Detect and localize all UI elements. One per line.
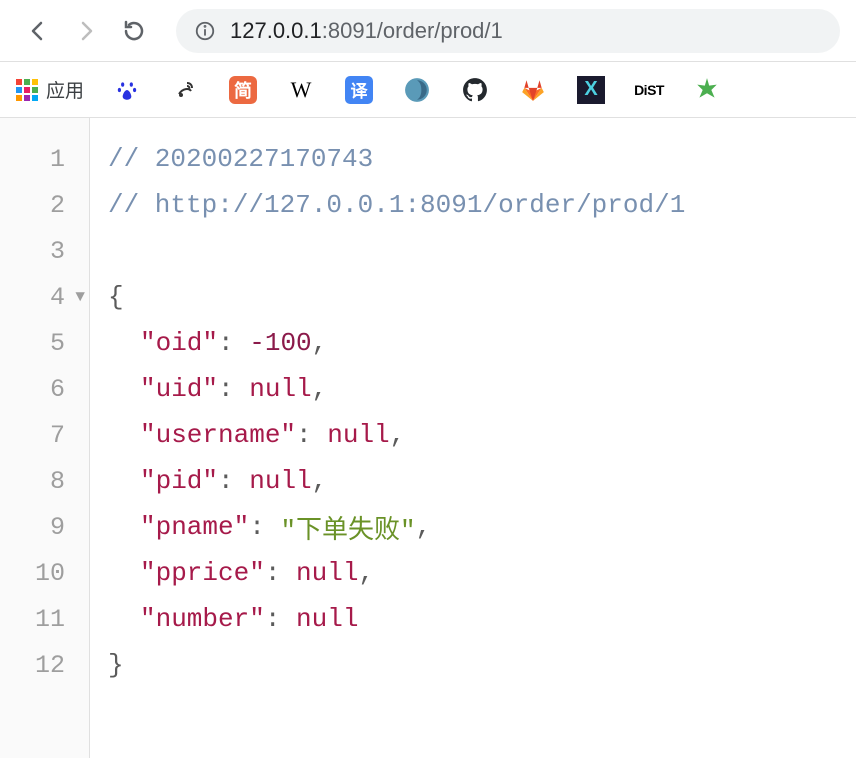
bookmark-dist-icon[interactable]: DiST [634,75,664,105]
code-line: "username": null, [108,412,838,458]
code-line: "pid": null, [108,458,838,504]
bookmark-swirl-icon[interactable] [402,75,432,105]
line-number: 12 [0,642,89,688]
code-line: "oid": -100, [108,320,838,366]
line-number: 8 [0,458,89,504]
bookmark-jianshu-icon[interactable]: 简 [228,75,258,105]
code-line: "uid": null, [108,366,838,412]
bookmarks-bar: 应用 简 W 译 X DiST [0,62,856,118]
line-number: 6 [0,366,89,412]
line-number: 9 [0,504,89,550]
bookmark-wikipedia-icon[interactable]: W [286,75,316,105]
apps-button[interactable]: 应用 [16,76,84,103]
code-line: // http://127.0.0.1:8091/order/prod/1 [108,182,838,228]
apps-label: 应用 [46,76,84,103]
line-number: 2 [0,182,89,228]
line-number: 10 [0,550,89,596]
line-gutter: 1 2 3 4▼ 5 6 7 8 9 10 11 12 [0,118,90,758]
url-text: 127.0.0.1:8091/order/prod/1 [230,18,503,44]
address-bar[interactable]: 127.0.0.1:8091/order/prod/1 [176,9,840,53]
line-number: 11 [0,596,89,642]
browser-toolbar: 127.0.0.1:8091/order/prod/1 [0,0,856,62]
code-line: } [108,642,838,688]
bookmark-github-icon[interactable] [460,75,490,105]
code-line: "pname": "下单失败", [108,504,838,550]
code-line: "number": null [108,596,838,642]
info-icon[interactable] [194,20,216,42]
line-number: 4▼ [0,274,89,320]
bookmark-baidu-icon[interactable] [112,75,142,105]
code-area[interactable]: // 20200227170743 // http://127.0.0.1:80… [90,118,856,758]
back-button[interactable] [16,9,60,53]
bookmark-x-icon[interactable]: X [576,75,606,105]
bookmark-translate-icon[interactable]: 译 [344,75,374,105]
bookmark-star-icon[interactable] [692,75,722,105]
line-number: 1 [0,136,89,182]
url-path: :8091/order/prod/1 [322,18,503,44]
code-line [108,228,838,274]
reload-button[interactable] [112,9,156,53]
code-line: { [108,274,838,320]
line-number: 5 [0,320,89,366]
code-line: // 20200227170743 [108,136,838,182]
line-number: 3 [0,228,89,274]
code-line: "pprice": null, [108,550,838,596]
bookmark-gitlab-icon[interactable] [518,75,548,105]
line-number: 7 [0,412,89,458]
fold-icon[interactable]: ▼ [75,288,85,306]
apps-icon [16,79,38,101]
url-host: 127.0.0.1 [230,18,322,44]
json-viewer: 1 2 3 4▼ 5 6 7 8 9 10 11 12 // 202002271… [0,118,856,758]
forward-button[interactable] [64,9,108,53]
bookmark-weibo-icon[interactable] [170,75,200,105]
